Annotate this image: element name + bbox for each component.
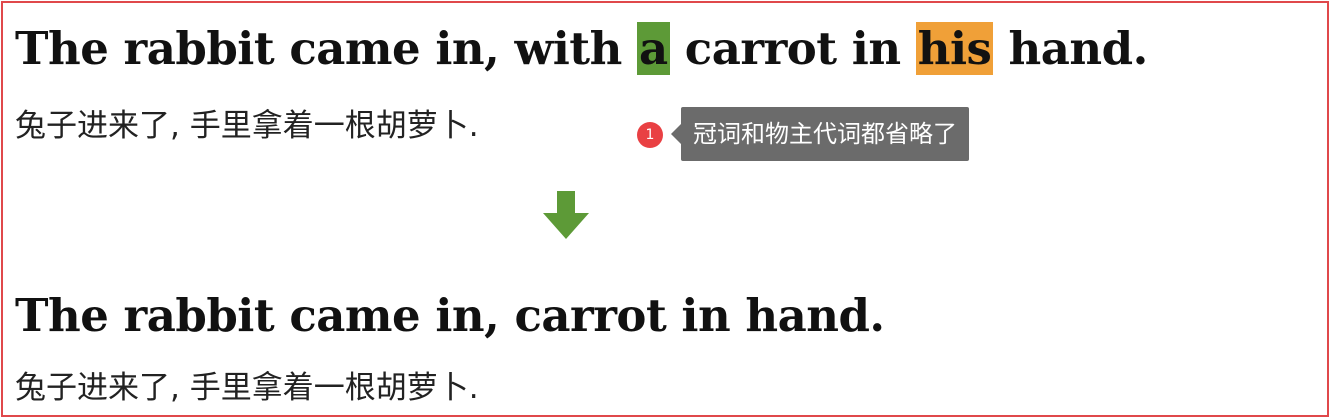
original-chinese-translation: 兔子进来了, 手里拿着一根胡萝卜. — [15, 108, 479, 144]
annotation-note: 冠词和物主代词都省略了 — [671, 107, 969, 161]
original-english-sentence: The rabbit came in, with a carrot in his… — [15, 17, 1148, 81]
content-frame: The rabbit came in, with a carrot in his… — [1, 1, 1329, 417]
highlight-article: a — [636, 22, 670, 75]
sentence-segment: The rabbit came in, with — [15, 22, 637, 75]
highlight-possessive-pronoun: his — [915, 22, 994, 75]
rewritten-english-sentence: The rabbit came in, carrot in hand. — [15, 289, 885, 342]
arrow-down-icon — [543, 191, 589, 239]
sentence-segment: carrot in — [669, 22, 916, 75]
annotation-badge: 1 — [637, 122, 663, 148]
sentence-segment: hand. — [993, 22, 1149, 75]
rewritten-chinese-translation: 兔子进来了, 手里拿着一根胡萝卜. — [15, 370, 479, 406]
